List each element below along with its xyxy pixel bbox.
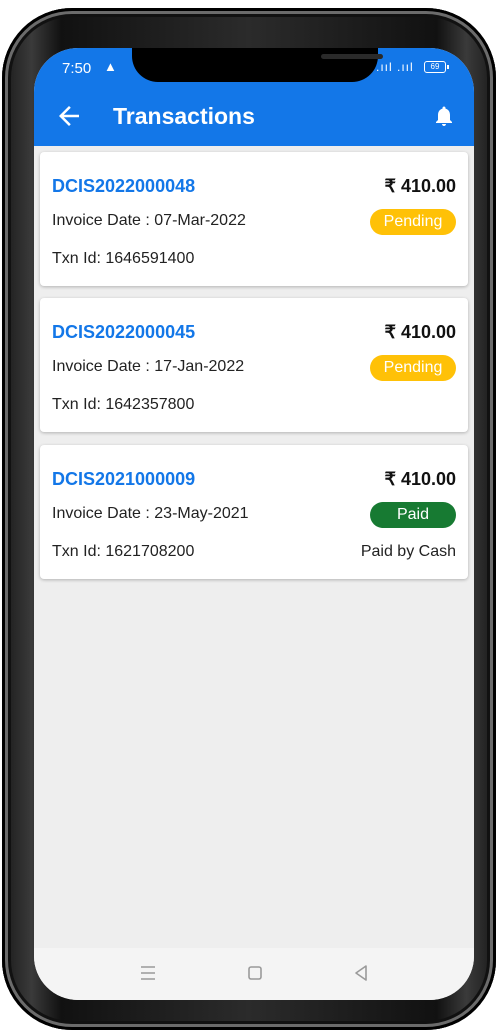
transaction-card[interactable]: DCIS2021000009 ₹ 410.00 Invoice Date : 2…	[40, 445, 468, 579]
status-badge: Pending	[370, 209, 456, 235]
chevron-up-icon: ▲	[104, 59, 117, 74]
payment-method: Paid by Cash	[360, 543, 456, 560]
status-badge: Paid	[370, 502, 456, 528]
system-nav-bar	[34, 948, 474, 1000]
invoice-number[interactable]: DCIS2022000048	[52, 176, 195, 197]
invoice-number[interactable]: DCIS2021000009	[52, 469, 195, 490]
arrow-left-icon[interactable]	[54, 101, 84, 131]
transaction-card[interactable]: DCIS2022000048 ₹ 410.00 Invoice Date : 0…	[40, 152, 468, 286]
bell-icon[interactable]	[432, 103, 456, 129]
status-time: 7:50	[62, 60, 92, 77]
invoice-date: Invoice Date : 23-May-2021	[52, 505, 249, 522]
amount: ₹ 410.00	[384, 469, 456, 489]
status-badge: Pending	[370, 355, 456, 381]
txn-id: Txn Id: 1642357800	[52, 396, 195, 413]
amount: ₹ 410.00	[384, 176, 456, 196]
invoice-date: Invoice Date : 07-Mar-2022	[52, 212, 246, 229]
txn-id: Txn Id: 1621708200	[52, 543, 195, 560]
triangle-back-icon[interactable]	[346, 958, 376, 988]
status-bar: 7:50 ▲ .ııl .ııl 69	[34, 48, 474, 88]
amount: ₹ 410.00	[384, 322, 456, 342]
phone-frame: 7:50 ▲ .ııl .ııl 69 Transactions DCIS202…	[2, 8, 496, 1030]
invoice-date: Invoice Date : 17-Jan-2022	[52, 358, 245, 375]
phone-screen: 7:50 ▲ .ııl .ııl 69 Transactions DCIS202…	[34, 48, 474, 1000]
square-home-icon[interactable]	[240, 958, 270, 988]
page-title: Transactions	[113, 103, 255, 129]
battery-icon: 69	[424, 61, 449, 73]
invoice-number[interactable]: DCIS2022000045	[52, 322, 195, 343]
signal-icon: .ııl .ııl	[376, 60, 414, 74]
transaction-card[interactable]: DCIS2022000045 ₹ 410.00 Invoice Date : 1…	[40, 298, 468, 432]
camera-notch	[132, 48, 383, 82]
menu-icon[interactable]	[133, 958, 163, 988]
app-bar: Transactions	[34, 88, 474, 146]
txn-id: Txn Id: 1646591400	[52, 250, 195, 267]
speaker-grille	[321, 54, 383, 59]
